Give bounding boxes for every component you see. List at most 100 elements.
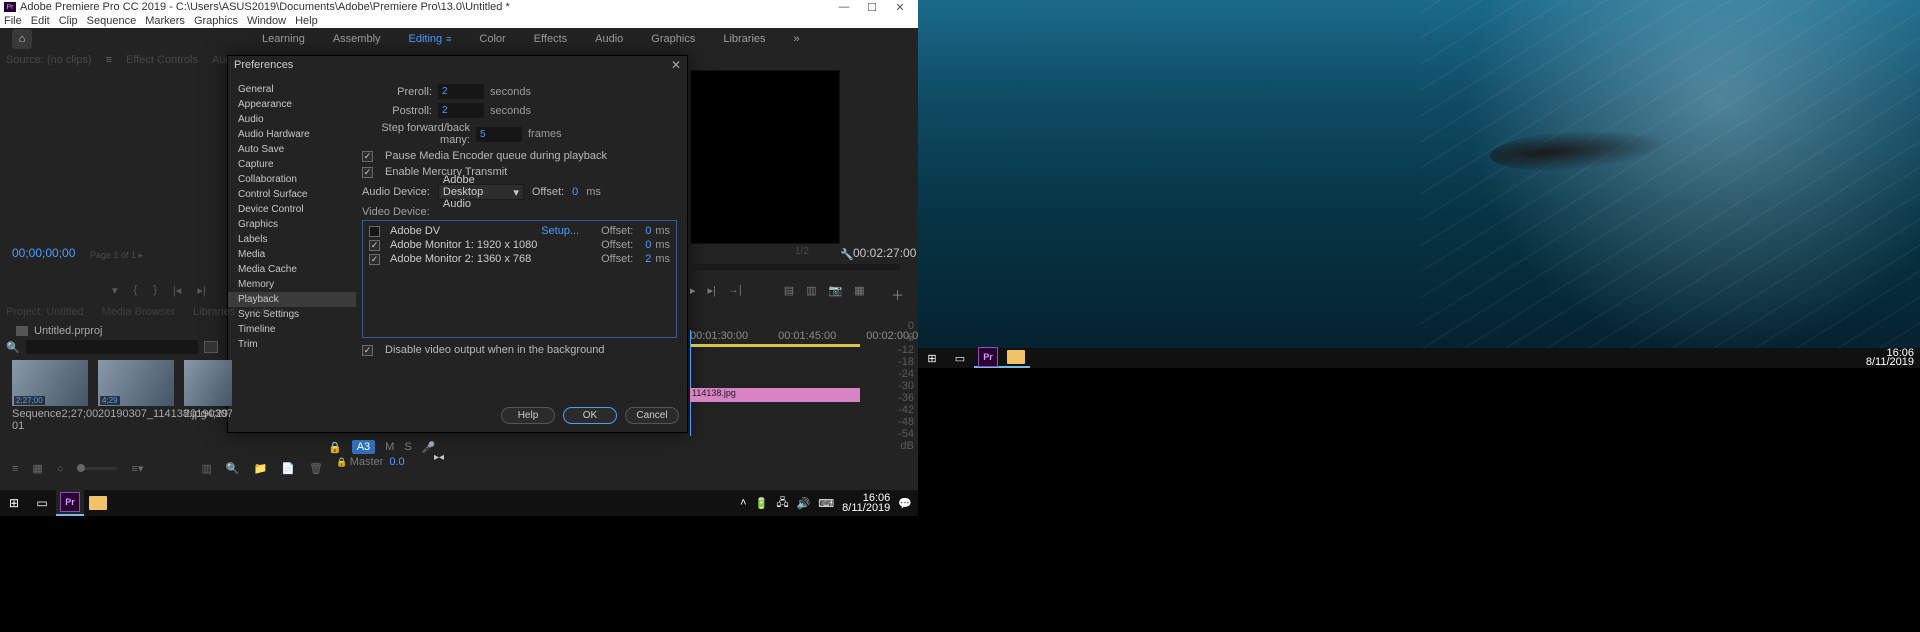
tab-effect-controls[interactable]: Effect Controls	[126, 54, 198, 66]
ws-audio[interactable]: Audio	[595, 33, 623, 45]
menu-window[interactable]: Window	[247, 15, 286, 27]
ws-overflow[interactable]: »	[794, 33, 800, 45]
track-a3-chip[interactable]: A3	[352, 440, 375, 454]
solo-icon[interactable]: S	[404, 441, 411, 453]
device-setup-link[interactable]: Setup...	[541, 225, 579, 237]
cat-memory[interactable]: Memory	[228, 277, 356, 292]
ok-button[interactable]: OK	[563, 407, 617, 424]
tab-media-browser[interactable]: Media Browser	[102, 306, 175, 318]
taskbar-explorer[interactable]	[1002, 348, 1030, 368]
help-button[interactable]: Help	[501, 407, 555, 424]
disable-output-checkbox[interactable]: ✓	[362, 345, 373, 356]
ws-assembly[interactable]: Assembly	[333, 33, 381, 45]
ws-editing[interactable]: Editing≡	[409, 33, 452, 45]
tab-project[interactable]: Project: Untitled	[6, 306, 84, 318]
tray-chevron-icon[interactable]: ˄	[740, 497, 746, 509]
cancel-button[interactable]: Cancel	[625, 407, 679, 424]
timeline-clip[interactable]: 114138.jpg	[690, 388, 860, 402]
freeform-view-icon[interactable]: ○	[57, 463, 64, 475]
network-icon[interactable]: 🖧	[776, 494, 788, 513]
ws-close-icon[interactable]: ≡	[446, 34, 451, 44]
tab-info[interactable]: Info	[253, 306, 271, 318]
postroll-input[interactable]	[438, 103, 484, 118]
minimize-button[interactable]: —	[830, 1, 858, 13]
device-checkbox[interactable]: ✓	[369, 240, 380, 251]
in-icon[interactable]: {	[134, 284, 138, 297]
audio-offset-value[interactable]: 0	[572, 186, 578, 198]
track-lock-icon[interactable]: 🔒	[328, 441, 342, 454]
marker-icon[interactable]: ▾	[112, 284, 118, 297]
export-frame-icon[interactable]: 📷	[829, 284, 843, 297]
tab-libraries[interactable]: Libraries	[193, 306, 235, 318]
timeline-playhead[interactable]	[690, 330, 691, 436]
ws-graphics[interactable]: Graphics	[651, 33, 695, 45]
cat-appearance[interactable]: Appearance	[228, 97, 356, 112]
project-view-icon[interactable]	[204, 341, 218, 353]
program-scrub-bar[interactable]	[690, 264, 900, 270]
dialog-close-icon[interactable]: ✕	[671, 58, 681, 72]
video-device-row[interactable]: ✓ Adobe Monitor 1: 1920 x 1080 Offset: 0…	[369, 239, 670, 251]
menu-edit[interactable]: Edit	[31, 15, 50, 27]
step-fwd-icon[interactable]: ▸|	[708, 284, 716, 297]
program-zoom-level[interactable]: 1/2	[795, 246, 809, 257]
start-button[interactable]: ⊞	[0, 490, 28, 516]
battery-icon[interactable]: 🔋	[755, 497, 769, 510]
mercury-checkbox[interactable]: ✓	[362, 167, 373, 178]
cat-timeline[interactable]: Timeline	[228, 322, 356, 337]
cat-audio[interactable]: Audio	[228, 112, 356, 127]
icon-view-icon[interactable]: ▦	[32, 462, 42, 475]
comp-view-icon[interactable]: ▦	[854, 284, 864, 297]
task-view-icon[interactable]: ▭	[28, 490, 56, 516]
step-input[interactable]	[476, 127, 522, 142]
cat-labels[interactable]: Labels	[228, 232, 356, 247]
device-offset-value[interactable]: 0	[641, 239, 651, 251]
ws-learning[interactable]: Learning	[262, 33, 305, 45]
video-device-row[interactable]: Adobe DV Setup... Offset: 0 ms	[369, 225, 670, 237]
sort-icon[interactable]: ≡▾	[131, 462, 143, 475]
cat-playback[interactable]: Playback	[228, 292, 356, 307]
home-button[interactable]: ⌂	[12, 29, 32, 49]
maximize-button[interactable]: ☐	[858, 1, 886, 14]
volume-icon[interactable]: 🔊	[797, 497, 811, 510]
close-button[interactable]: ✕	[886, 1, 914, 14]
new-item-icon[interactable]: 📄	[281, 462, 295, 475]
find-icon[interactable]: 🔍	[226, 462, 240, 475]
step-fwd-icon[interactable]: ▸|	[197, 284, 205, 297]
cat-media-cache[interactable]: Media Cache	[228, 262, 356, 277]
new-bin-icon[interactable]: 📁	[254, 462, 268, 475]
in-out-icon[interactable]: ▸◂	[434, 452, 444, 463]
device-offset-value[interactable]: 2	[641, 253, 651, 265]
audio-device-dropdown[interactable]: Adobe Desktop Audio▾	[438, 184, 524, 200]
button-editor-icon[interactable]: ＋	[891, 285, 904, 304]
menu-file[interactable]: File	[4, 15, 22, 27]
cat-media[interactable]: Media	[228, 247, 356, 262]
tab-source-menu-icon[interactable]: ≡	[106, 54, 112, 66]
timeline-work-area[interactable]	[690, 344, 860, 347]
taskbar-premiere[interactable]: Pr	[974, 348, 1002, 368]
video-device-row[interactable]: ✓ Adobe Monitor 2: 1360 x 768 Offset: 2 …	[369, 253, 670, 265]
cat-control-surface[interactable]: Control Surface	[228, 187, 356, 202]
cat-general[interactable]: General	[228, 82, 356, 97]
cat-device-control[interactable]: Device Control	[228, 202, 356, 217]
lang-icon[interactable]: ⌨	[818, 497, 834, 510]
list-view-icon[interactable]: ≡	[12, 463, 18, 475]
cat-graphics[interactable]: Graphics	[228, 217, 356, 232]
wrench-icon[interactable]: 🔧	[840, 248, 854, 261]
step-back-icon[interactable]: |◂	[173, 284, 181, 297]
cat-capture[interactable]: Capture	[228, 157, 356, 172]
source-timecode[interactable]: 00;00;00;00	[12, 246, 75, 260]
project-item[interactable]: 20190307_11373	[184, 360, 232, 432]
menu-sequence[interactable]: Sequence	[87, 15, 137, 27]
device-offset-value[interactable]: 0	[641, 225, 651, 237]
menu-markers[interactable]: Markers	[145, 15, 185, 27]
zoom-slider[interactable]	[77, 467, 117, 470]
ws-color[interactable]: Color	[479, 33, 505, 45]
device-checkbox[interactable]: ✓	[369, 254, 380, 265]
lift-icon[interactable]: ▤	[784, 284, 794, 297]
taskbar-explorer[interactable]	[84, 490, 112, 516]
project-item[interactable]: 2;27;00Sequence 012;27;00	[12, 360, 88, 432]
search-icon[interactable]: 🔍	[6, 341, 20, 354]
start-button[interactable]: ⊞	[918, 348, 946, 368]
out-icon[interactable]: →|	[728, 284, 742, 297]
preroll-input[interactable]	[438, 84, 484, 99]
